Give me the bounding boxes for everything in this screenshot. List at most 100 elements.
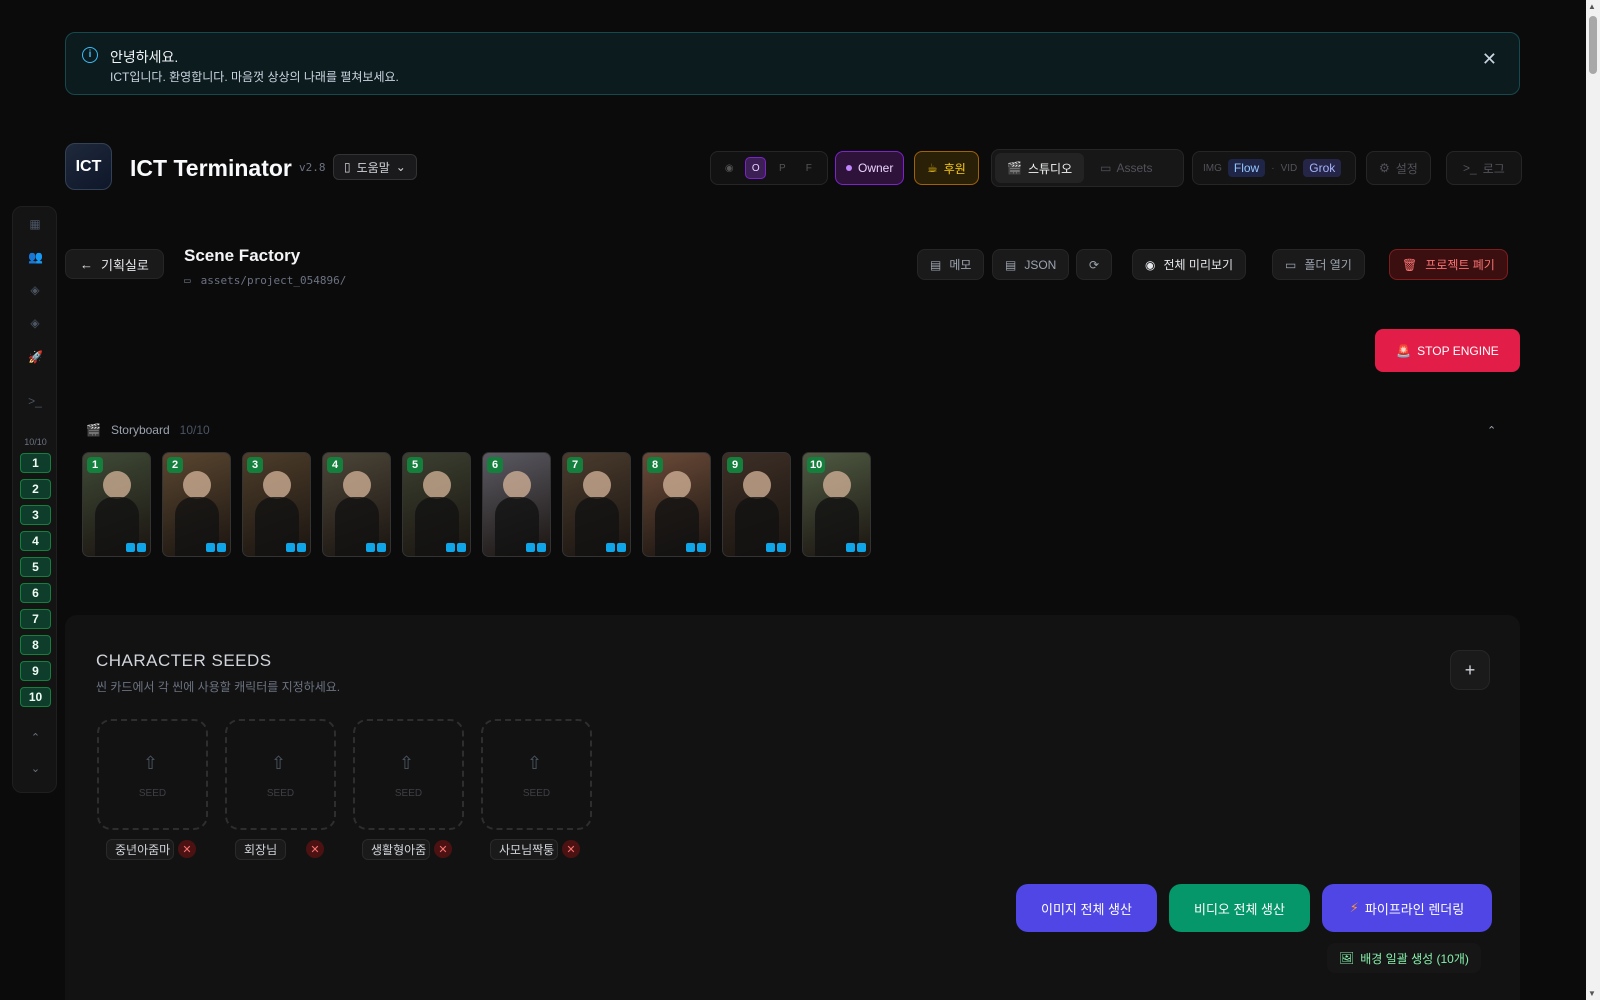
storyboard-frame[interactable]: 10 — [802, 452, 871, 557]
image-ready-icon — [846, 543, 855, 552]
video-ready-icon — [457, 543, 466, 552]
trash-icon: 🗑 — [1402, 257, 1418, 272]
frame-number: 9 — [727, 457, 743, 473]
scene-jump-10[interactable]: 10 — [20, 687, 51, 707]
seed-name-input[interactable]: 사모님짝퉁 — [490, 839, 558, 860]
remove-seed-icon[interactable]: ✕ — [178, 840, 196, 858]
tab-assets-label: Assets — [1116, 161, 1153, 175]
status-dot — [846, 165, 852, 171]
rocket-icon[interactable]: 🚀 — [28, 350, 43, 364]
generate-all-images-button[interactable]: 이미지 전체 생산 — [1016, 884, 1157, 932]
coffee-icon: ☕ — [927, 161, 938, 175]
storyboard-frame[interactable]: 9 — [722, 452, 791, 557]
page-scrollbar[interactable]: ▲ ▼ — [1586, 0, 1600, 1000]
scrollbar-thumb[interactable] — [1589, 16, 1597, 74]
terminal-icon[interactable]: >_ — [28, 394, 42, 408]
remove-seed-icon[interactable]: ✕ — [306, 840, 324, 858]
discard-project-button[interactable]: 🗑 프로젝트 폐기 — [1389, 249, 1508, 280]
scroll-up-icon[interactable]: ▲ — [1588, 2, 1596, 11]
seed-name-input[interactable]: 중년아줌마 — [106, 839, 174, 860]
settings-button[interactable]: ⚙ 설정 — [1366, 151, 1431, 185]
log-button[interactable]: >_ 로그 — [1446, 151, 1522, 185]
visibility-toggle-group: ◉ O P F — [710, 151, 828, 185]
preview-all-button[interactable]: ◉ 전체 미리보기 — [1132, 249, 1247, 280]
scene-jump-4[interactable]: 4 — [20, 531, 51, 551]
seed-upload-slot[interactable]: ⇧ SEED — [97, 719, 208, 830]
remove-seed-icon[interactable]: ✕ — [434, 840, 452, 858]
storyboard-frame[interactable]: 5 — [402, 452, 471, 557]
frame-subject — [823, 471, 851, 499]
welcome-notice: i 안녕하세요. ICT입니다. 환영합니다. 마음껏 상상의 나래를 펼쳐보세… — [65, 32, 1520, 95]
scene-jump-6[interactable]: 6 — [20, 583, 51, 603]
memo-label: 메모 — [949, 258, 972, 272]
frame-status-badges — [686, 543, 706, 552]
remove-seed-icon[interactable]: ✕ — [562, 840, 580, 858]
tab-assets[interactable]: ▭ Assets — [1090, 161, 1162, 175]
film-icon[interactable]: ▦ — [28, 217, 42, 231]
json-button[interactable]: ▤ JSON — [992, 249, 1070, 280]
json-label: JSON — [1024, 257, 1057, 272]
scene-jump-5[interactable]: 5 — [20, 557, 51, 577]
back-label: 기획실로 — [101, 257, 149, 273]
scene-jump-1[interactable]: 1 — [20, 453, 51, 473]
owner-label: Owner — [858, 161, 894, 175]
close-icon[interactable]: ✕ — [1482, 49, 1497, 70]
scene-jump-2[interactable]: 2 — [20, 479, 51, 499]
memo-button[interactable]: ▤ 메모 — [917, 249, 985, 280]
refresh-button[interactable]: ⟳ — [1076, 249, 1113, 280]
open-folder-button[interactable]: ▭ 폴더 열기 — [1272, 249, 1365, 280]
visibility-option-p[interactable]: P — [772, 157, 792, 179]
storyboard-frame[interactable]: 6 — [482, 452, 551, 557]
img-model-chip[interactable]: Flow — [1227, 159, 1266, 177]
donate-label: 후원 — [943, 161, 966, 176]
scene-jump-8[interactable]: 8 — [20, 635, 51, 655]
file-text-icon: ▤ — [930, 257, 942, 272]
upload-icon: ⇧ — [271, 753, 287, 773]
back-to-planning-button[interactable]: ← 기획실로 — [65, 249, 164, 279]
storyboard-frame[interactable]: 7 — [562, 452, 631, 557]
frame-status-badges — [126, 543, 146, 552]
scene-jump-9[interactable]: 9 — [20, 661, 51, 681]
layers-icon[interactable]: ◈ — [28, 283, 42, 297]
storyboard-frame[interactable]: 3 — [242, 452, 311, 557]
video-ready-icon — [857, 543, 866, 552]
batch-background-button[interactable]: 🖼 배경 일괄 생성 (10개) — [1327, 943, 1481, 973]
chevron-up-icon[interactable]: ⌃ — [1487, 424, 1496, 437]
storyboard-frame[interactable]: 2 — [162, 452, 231, 557]
frame-status-badges — [446, 543, 466, 552]
seed-upload-slot[interactable]: ⇧ SEED — [353, 719, 464, 830]
seed-upload-slot[interactable]: ⇧ SEED — [481, 719, 592, 830]
tab-studio[interactable]: 🎬 스튜디오 — [995, 153, 1085, 183]
add-seed-button[interactable]: + — [1450, 650, 1490, 690]
stop-engine-label: STOP ENGINE — [1417, 343, 1499, 358]
donate-button[interactable]: ☕ 후원 — [914, 151, 979, 185]
pipeline-render-button[interactable]: ⚡ 파이프라인 렌더링 — [1322, 884, 1492, 932]
image-ready-icon — [686, 543, 695, 552]
seed-upload-slot[interactable]: ⇧ SEED — [225, 719, 336, 830]
frame-number: 1 — [87, 457, 103, 473]
seed-name-input[interactable]: 회장님 — [235, 839, 287, 860]
stack-icon[interactable]: ◈ — [28, 316, 42, 330]
chevron-down-icon[interactable]: ⌄ — [13, 762, 58, 775]
upload-icon: ⇧ — [143, 753, 159, 773]
stop-engine-button[interactable]: 🚨 STOP ENGINE — [1375, 329, 1520, 372]
chevron-up-icon[interactable]: ⌃ — [13, 731, 58, 744]
scroll-down-icon[interactable]: ▼ — [1588, 989, 1596, 998]
owner-badge[interactable]: Owner — [835, 151, 905, 185]
vid-model-chip[interactable]: Grok — [1303, 159, 1342, 177]
help-dropdown[interactable]: ▯ 도움말 ⌄ — [333, 154, 417, 180]
users-icon[interactable]: 👥 — [28, 250, 43, 264]
eye-icon: ◉ — [724, 162, 734, 174]
frame-subject — [263, 471, 291, 499]
generate-all-videos-button[interactable]: 비디오 전체 생산 — [1169, 884, 1310, 932]
scene-jump-7[interactable]: 7 — [20, 609, 51, 629]
storyboard-frame[interactable]: 4 — [322, 452, 391, 557]
storyboard-frame[interactable]: 1 — [82, 452, 151, 557]
seed-name-input[interactable]: 생활형아줌 — [362, 839, 430, 860]
visibility-option-o[interactable]: O — [745, 157, 767, 179]
image-icon: 🖼 — [1339, 951, 1355, 965]
scene-jump-3[interactable]: 3 — [20, 505, 51, 525]
storyboard-frame[interactable]: 8 — [642, 452, 711, 557]
file-icon: ▤ — [1005, 257, 1017, 272]
visibility-option-f[interactable]: F — [799, 157, 819, 179]
